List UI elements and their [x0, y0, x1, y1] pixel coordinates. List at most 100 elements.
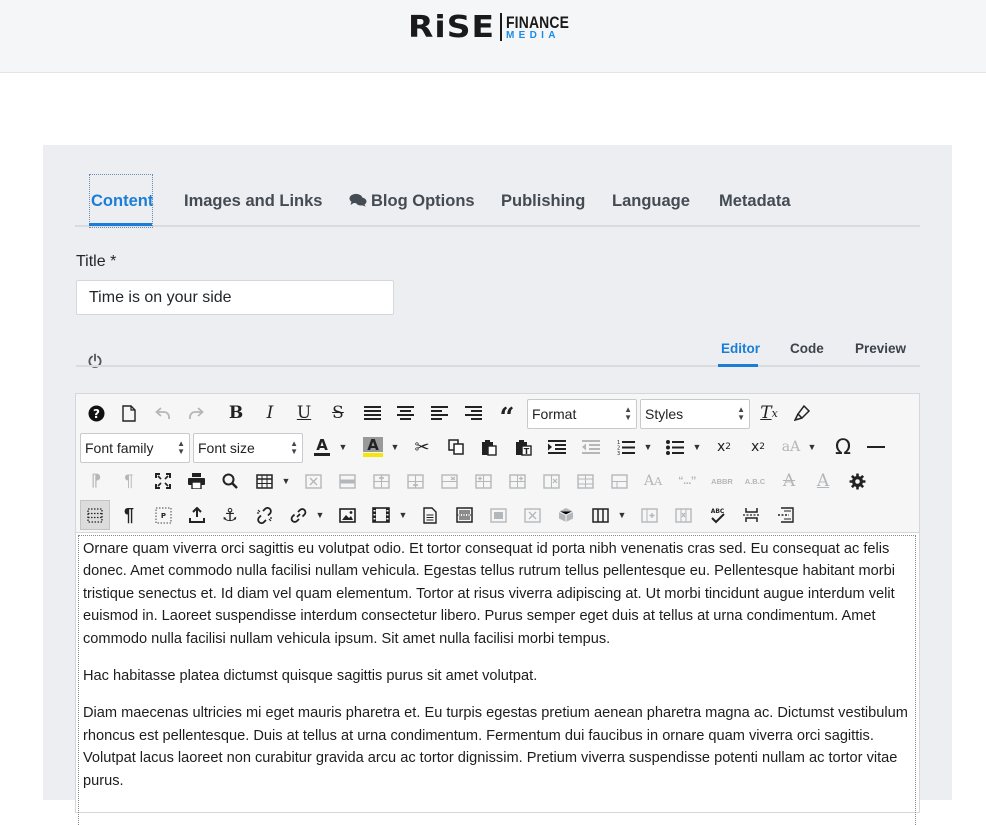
- table-insert-row-after-icon[interactable]: [400, 466, 430, 496]
- site-logo[interactable]: RiSE FINANCE MEDIA: [408, 11, 583, 43]
- paragraph-tag-icon[interactable]: P: [148, 500, 178, 530]
- paste-text-icon[interactable]: T: [508, 432, 538, 462]
- help-icon[interactable]: ?: [81, 398, 111, 428]
- template-icon[interactable]: [415, 500, 445, 530]
- print-icon[interactable]: [181, 466, 211, 496]
- numbered-list-dropdown-icon[interactable]: ▼: [642, 432, 654, 462]
- readmore-icon[interactable]: [770, 500, 800, 530]
- tab-blog-options[interactable]: Blog Options: [349, 192, 475, 212]
- font-family-select[interactable]: Font family ▲ ▼: [80, 433, 190, 463]
- paint-format-icon[interactable]: [787, 398, 817, 428]
- blockquote-icon[interactable]: “: [492, 398, 522, 431]
- tab-code[interactable]: Code: [790, 341, 824, 356]
- new-document-icon[interactable]: [114, 398, 144, 428]
- media-dropdown-icon[interactable]: ▼: [397, 500, 409, 530]
- nonbreaking-icon[interactable]: [736, 500, 766, 530]
- tab-preview[interactable]: Preview: [855, 341, 906, 356]
- table-split-cells-icon[interactable]: [570, 466, 600, 496]
- acronym-icon[interactable]: A.B.C: [740, 466, 770, 496]
- tab-language[interactable]: Language: [612, 192, 690, 211]
- subscript-icon[interactable]: x2: [709, 432, 739, 462]
- outdent-icon[interactable]: [576, 432, 606, 462]
- format-select[interactable]: Format ▲ ▼: [527, 399, 637, 429]
- table-delete-icon[interactable]: [298, 466, 328, 496]
- cut-icon[interactable]: ✂: [407, 432, 437, 462]
- visual-aid-icon[interactable]: [80, 500, 110, 530]
- text-color-icon[interactable]: A: [307, 432, 337, 462]
- change-case-icon[interactable]: aA: [776, 432, 806, 462]
- table-icon[interactable]: [249, 466, 279, 496]
- link-dropdown-icon[interactable]: ▼: [314, 500, 326, 530]
- abbreviation-icon[interactable]: ABBR: [707, 466, 737, 496]
- image-icon[interactable]: [332, 500, 362, 530]
- highlight-color-icon[interactable]: A: [358, 432, 388, 462]
- column-add-icon[interactable]: [634, 500, 664, 530]
- page-break-icon[interactable]: [449, 500, 479, 530]
- align-center-icon[interactable]: [390, 398, 420, 428]
- show-blocks-icon[interactable]: ¶: [114, 500, 144, 530]
- table-delete-col-icon[interactable]: [536, 466, 566, 496]
- tab-images-and-links[interactable]: Images and Links: [184, 192, 322, 211]
- settings-icon[interactable]: [842, 466, 872, 496]
- copy-icon[interactable]: [441, 432, 471, 462]
- editor-content-area[interactable]: Ornare quam viverra orci sagittis eu vol…: [78, 535, 916, 825]
- title-input[interactable]: [76, 280, 394, 315]
- text-color-dropdown-icon[interactable]: ▼: [337, 432, 349, 462]
- horizontal-rule-icon[interactable]: [861, 432, 891, 462]
- link-icon[interactable]: [283, 500, 313, 530]
- object-icon[interactable]: [551, 500, 581, 530]
- table-insert-col-after-icon[interactable]: [502, 466, 532, 496]
- power-toggle-icon[interactable]: [87, 353, 103, 374]
- unlink-icon[interactable]: [249, 500, 279, 530]
- tab-publishing[interactable]: Publishing: [501, 192, 585, 211]
- image-placeholder-icon[interactable]: [483, 500, 513, 530]
- highlight-dropdown-icon[interactable]: ▼: [389, 432, 401, 462]
- tab-editor[interactable]: Editor: [721, 341, 760, 356]
- font-size-icon[interactable]: AA: [638, 466, 668, 496]
- deletion-icon[interactable]: A: [774, 466, 804, 496]
- justify-icon[interactable]: [357, 398, 387, 428]
- indent-icon[interactable]: [542, 432, 572, 462]
- change-case-dropdown-icon[interactable]: ▼: [806, 432, 818, 462]
- numbered-list-icon[interactable]: 123: [611, 432, 641, 462]
- columns-dropdown-icon[interactable]: ▼: [616, 500, 628, 530]
- tab-content[interactable]: Content: [89, 174, 153, 228]
- table-merge-cells-icon[interactable]: [604, 466, 634, 496]
- font-size-select[interactable]: Font size ▲ ▼: [193, 433, 303, 463]
- undo-icon[interactable]: [148, 398, 178, 428]
- insertion-icon[interactable]: A: [808, 466, 838, 496]
- columns-icon[interactable]: [585, 500, 615, 530]
- change-case-label: aA: [781, 439, 801, 455]
- align-right-icon[interactable]: [458, 398, 488, 428]
- italic-icon[interactable]: I: [255, 398, 285, 428]
- media-icon[interactable]: [366, 500, 396, 530]
- table-delete-row-icon[interactable]: [434, 466, 464, 496]
- fullscreen-icon[interactable]: [148, 466, 178, 496]
- styles-select[interactable]: Styles ▲ ▼: [640, 399, 750, 429]
- underline-icon[interactable]: U: [289, 398, 319, 428]
- paste-icon[interactable]: [474, 432, 504, 462]
- spellcheck-icon[interactable]: ABC: [702, 500, 732, 530]
- bold-icon[interactable]: B: [221, 398, 251, 428]
- tab-metadata[interactable]: Metadata: [719, 192, 791, 211]
- table-insert-col-before-icon[interactable]: [468, 466, 498, 496]
- anchor-icon[interactable]: ⚓: [215, 500, 245, 530]
- ltr-icon[interactable]: ⁋: [81, 466, 111, 496]
- table-row-props-icon[interactable]: [332, 466, 362, 496]
- column-delete-icon[interactable]: [668, 500, 698, 530]
- align-left-icon[interactable]: [424, 398, 454, 428]
- quotes-icon[interactable]: “...”: [672, 466, 702, 496]
- table-insert-row-before-icon[interactable]: [366, 466, 396, 496]
- redo-icon[interactable]: [181, 398, 211, 428]
- delete-box-icon[interactable]: [517, 500, 547, 530]
- search-replace-icon[interactable]: [215, 466, 245, 496]
- strikethrough-icon[interactable]: S: [323, 398, 353, 428]
- rtl-icon[interactable]: ¶: [114, 466, 144, 496]
- upload-icon[interactable]: [182, 500, 212, 530]
- bullet-list-dropdown-icon[interactable]: ▼: [691, 432, 703, 462]
- clear-formatting-icon[interactable]: Tx: [754, 398, 784, 428]
- table-dropdown-icon[interactable]: ▼: [280, 466, 292, 496]
- superscript-icon[interactable]: x2: [743, 432, 773, 462]
- bullet-list-icon[interactable]: [660, 432, 690, 462]
- special-character-icon[interactable]: Ω: [828, 432, 858, 462]
